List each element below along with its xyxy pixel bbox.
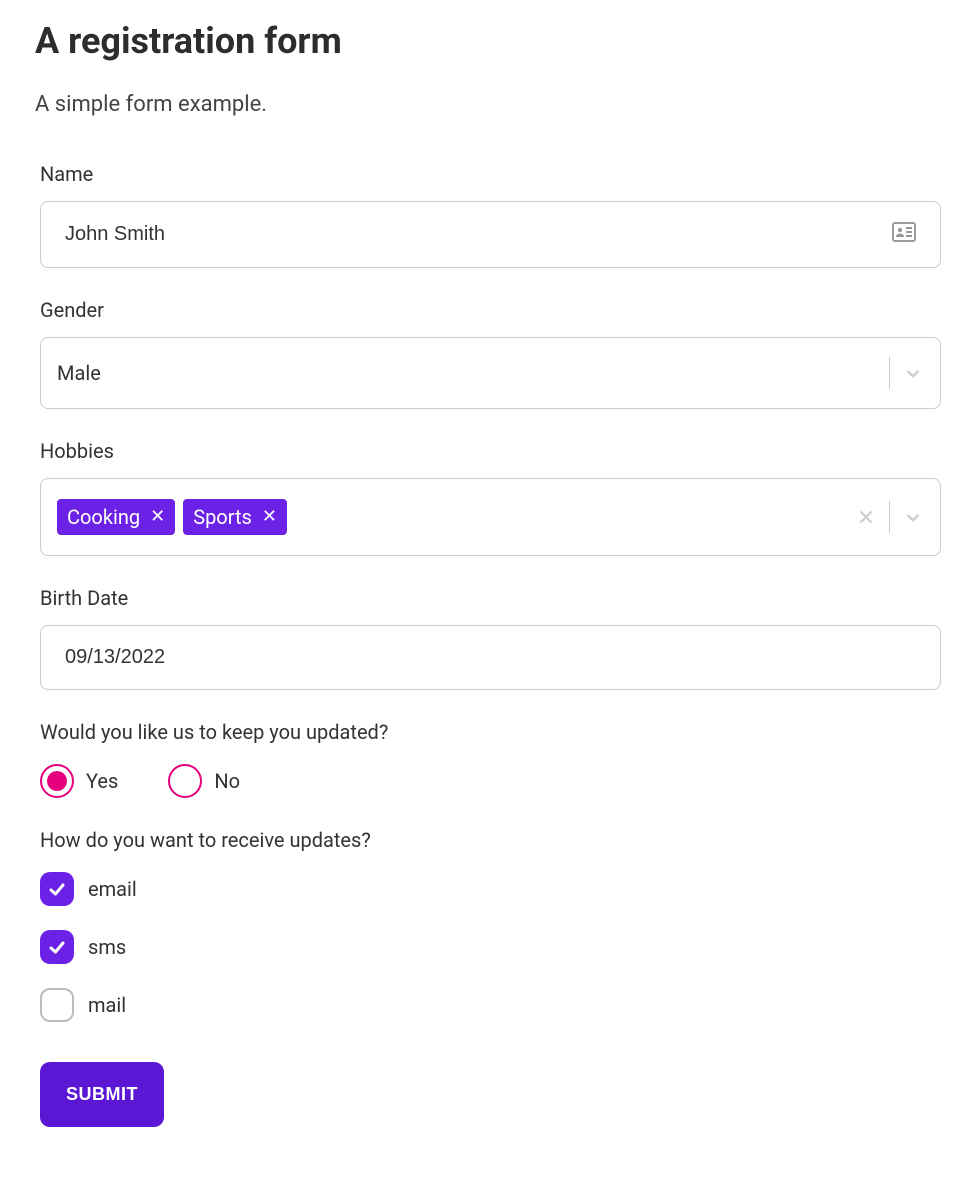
gender-label: Gender [40, 298, 941, 322]
chevron-down-icon[interactable] [902, 506, 924, 528]
checkbox-sms[interactable]: sms [40, 930, 941, 964]
page-title: A registration form [35, 20, 941, 62]
page-subtitle: A simple form example. [35, 92, 941, 117]
hobbies-select[interactable]: Cooking ✕ Sports ✕ [40, 478, 941, 556]
radio-icon-unselected [168, 764, 202, 798]
name-label: Name [40, 162, 941, 186]
name-input[interactable] [65, 223, 892, 246]
name-input-wrapper[interactable] [40, 201, 941, 268]
hobbies-tags: Cooking ✕ Sports ✕ [41, 479, 839, 555]
close-icon[interactable]: ✕ [262, 508, 277, 526]
id-card-icon [892, 222, 916, 247]
checkbox-mail[interactable]: mail [40, 988, 941, 1022]
radio-yes-label: Yes [86, 769, 118, 793]
tag-label: Sports [193, 505, 252, 529]
hobbies-label: Hobbies [40, 439, 941, 463]
hobby-tag-cooking: Cooking ✕ [57, 499, 175, 535]
separator [889, 501, 890, 533]
gender-select[interactable]: Male [40, 337, 941, 409]
gender-selected-value: Male [41, 338, 861, 408]
checkbox-icon-checked [40, 930, 74, 964]
birthdate-label: Birth Date [40, 586, 941, 610]
birthdate-input[interactable] [65, 646, 916, 669]
checkbox-email-label: email [88, 877, 137, 901]
updates-radio-group: Yes No [40, 764, 941, 798]
channels-field-group: How do you want to receive updates? emai… [40, 828, 941, 1022]
hobbies-field-group: Hobbies Cooking ✕ Sports ✕ [40, 439, 941, 556]
close-icon[interactable]: ✕ [150, 508, 165, 526]
channels-checkbox-group: email sms mail [40, 872, 941, 1022]
radio-no[interactable]: No [168, 764, 240, 798]
radio-icon-selected [40, 764, 74, 798]
registration-form: Name Gender Male [35, 162, 941, 1127]
separator [889, 357, 890, 389]
updates-label: Would you like us to keep you updated? [40, 720, 941, 744]
updates-field-group: Would you like us to keep you updated? Y… [40, 720, 941, 798]
birthdate-input-wrapper[interactable] [40, 625, 941, 690]
submit-button[interactable]: SUBMIT [40, 1062, 164, 1127]
birthdate-field-group: Birth Date [40, 586, 941, 690]
checkbox-icon-unchecked [40, 988, 74, 1022]
checkbox-email[interactable]: email [40, 872, 941, 906]
checkbox-icon-checked [40, 872, 74, 906]
checkbox-sms-label: sms [88, 935, 126, 959]
hobby-tag-sports: Sports ✕ [183, 499, 287, 535]
gender-field-group: Gender Male [40, 298, 941, 409]
clear-icon[interactable] [855, 506, 877, 528]
radio-yes[interactable]: Yes [40, 764, 118, 798]
radio-no-label: No [214, 769, 240, 793]
tag-label: Cooking [67, 505, 140, 529]
name-field-group: Name [40, 162, 941, 268]
checkbox-mail-label: mail [88, 993, 126, 1017]
select-indicators [839, 479, 940, 555]
chevron-down-icon[interactable] [902, 362, 924, 384]
select-indicators [861, 338, 940, 408]
channels-label: How do you want to receive updates? [40, 828, 941, 852]
